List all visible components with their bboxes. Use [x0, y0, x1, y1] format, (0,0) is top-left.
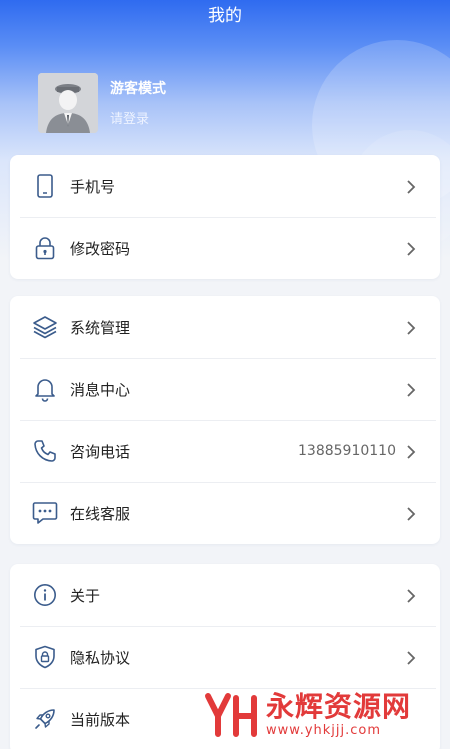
user-profile[interactable]: 游客模式 请登录	[38, 73, 166, 133]
watermark-url: www.yhkjjj.com	[266, 723, 382, 738]
menu-item-change-password[interactable]: 修改密码	[10, 217, 440, 279]
menu-item-label: 修改密码	[70, 239, 131, 258]
menu-item-system-management[interactable]: 系统管理	[10, 296, 440, 358]
chevron-right-icon	[406, 588, 416, 603]
menu-item-label: 消息中心	[70, 380, 131, 399]
avatar-person-icon	[38, 73, 98, 133]
menu-item-hotline[interactable]: 咨询电话 13885910110	[10, 420, 440, 482]
menu-item-phone-number[interactable]: 手机号	[10, 155, 440, 217]
menu-item-label: 在线客服	[70, 504, 131, 523]
menu-item-about[interactable]: 关于	[10, 564, 440, 626]
hotline-number: 13885910110	[298, 443, 396, 459]
menu-item-online-service[interactable]: 在线客服	[10, 482, 440, 544]
menu-item-label: 隐私协议	[70, 648, 131, 667]
menu-item-label: 咨询电话	[70, 442, 131, 461]
chevron-right-icon	[406, 179, 416, 194]
menu-item-message-center[interactable]: 消息中心	[10, 358, 440, 420]
settings-card-account: 手机号 修改密码	[10, 155, 440, 279]
menu-item-label: 手机号	[70, 177, 116, 196]
lock-icon	[32, 235, 58, 261]
menu-item-privacy-policy[interactable]: 隐私协议	[10, 626, 440, 688]
login-prompt[interactable]: 请登录	[110, 111, 166, 129]
chat-icon	[32, 500, 58, 526]
page-title: 我的	[208, 6, 242, 26]
chevron-right-icon	[406, 382, 416, 397]
profile-name: 游客模式	[110, 81, 166, 97]
chevron-right-icon	[406, 506, 416, 521]
bell-icon	[32, 376, 58, 402]
watermark: 永辉资源网 www.yhkjjj.com	[202, 690, 450, 746]
settings-card-system: 系统管理 消息中心 咨询电话 13885910110 在线客服	[10, 296, 440, 544]
chevron-right-icon	[406, 320, 416, 335]
phone-icon	[32, 173, 58, 199]
rocket-icon	[32, 706, 58, 732]
watermark-logo-icon	[205, 693, 257, 737]
watermark-text: 永辉资源网	[266, 690, 412, 723]
layers-icon	[32, 314, 58, 340]
chevron-right-icon	[406, 650, 416, 665]
menu-item-label: 关于	[70, 586, 101, 605]
telephone-icon	[32, 438, 58, 464]
shield-icon	[32, 644, 58, 670]
info-icon	[32, 582, 58, 608]
avatar[interactable]	[38, 73, 98, 133]
menu-item-label: 系统管理	[70, 318, 131, 337]
chevron-right-icon	[406, 241, 416, 256]
chevron-right-icon	[406, 444, 416, 459]
